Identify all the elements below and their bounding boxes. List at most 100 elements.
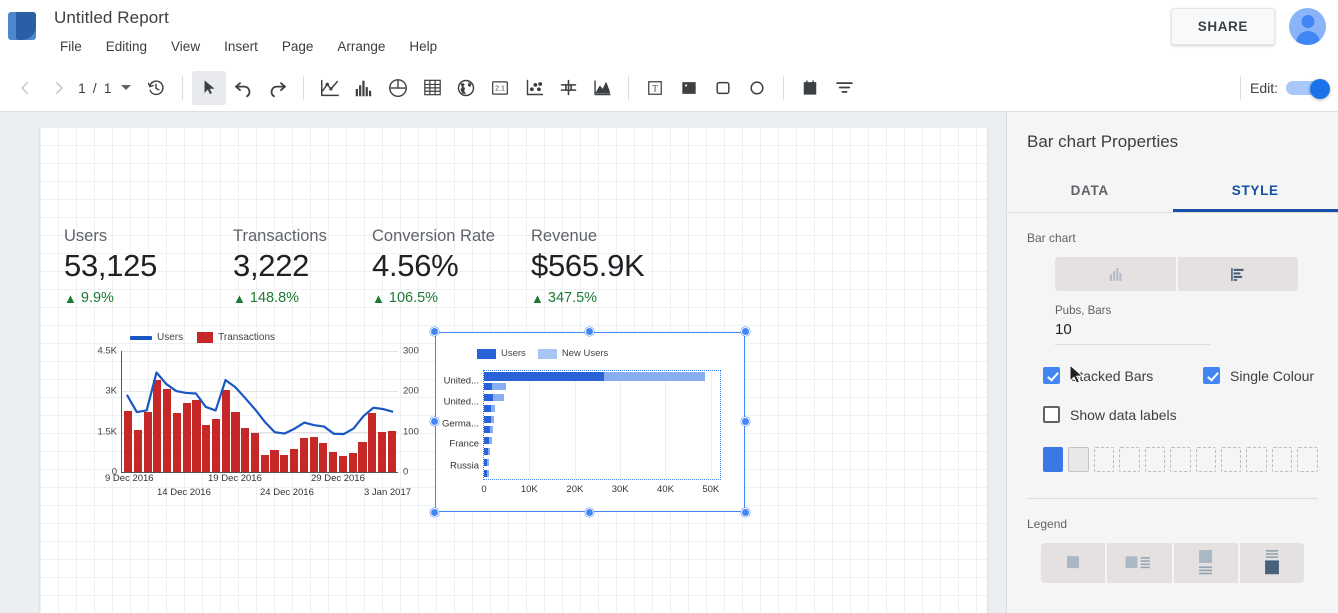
- chevron-left-icon[interactable]: [8, 71, 42, 105]
- bullet-chart-icon[interactable]: [551, 71, 585, 105]
- resize-handle-ne[interactable]: [741, 327, 750, 336]
- legend-none-icon[interactable]: [1041, 543, 1106, 583]
- colour-swatch-9[interactable]: [1246, 447, 1267, 472]
- bar-chart-row[interactable]: [484, 415, 495, 423]
- legend-item-new-users[interactable]: New Users: [537, 348, 608, 359]
- logo-container[interactable]: [0, 0, 44, 40]
- time-series-chart[interactable]: Users Transactions 4.5K 3K 1.5K 0 300 20…: [85, 332, 430, 512]
- scorecard-revenue[interactable]: Revenue $565.9K ▲ 347.5%: [531, 227, 681, 306]
- chevron-down-icon[interactable]: [121, 85, 132, 90]
- legend-item-transactions[interactable]: Transactions: [197, 332, 275, 343]
- resize-handle-e[interactable]: [741, 417, 750, 426]
- ts-x-tick: 24 Dec 2016: [260, 487, 314, 498]
- bar-chart-row[interactable]: [484, 458, 490, 466]
- circle-icon[interactable]: [740, 71, 774, 105]
- table-icon[interactable]: [415, 71, 449, 105]
- redo-icon[interactable]: [260, 71, 294, 105]
- bar-chart-row[interactable]: [484, 437, 492, 445]
- date-range-icon[interactable]: [793, 71, 827, 105]
- colour-swatch-3[interactable]: [1093, 447, 1115, 472]
- resize-handle-w[interactable]: [430, 417, 439, 426]
- colour-swatch-6[interactable]: [1170, 447, 1191, 472]
- image-icon[interactable]: [672, 71, 706, 105]
- checkbox-label: Stacked Bars: [1070, 367, 1154, 384]
- geo-map-icon[interactable]: [449, 71, 483, 105]
- legend-item-users[interactable]: Users: [130, 332, 183, 343]
- bar-chart-row[interactable]: [484, 383, 506, 391]
- menu-item-file[interactable]: File: [48, 35, 94, 58]
- bar-chart-row[interactable]: [484, 426, 493, 434]
- bar-chart-legend: Users New Users: [477, 348, 608, 359]
- colour-swatch-2[interactable]: [1068, 447, 1089, 472]
- checkbox-show-data-labels[interactable]: Show data labels: [1043, 406, 1177, 423]
- checkbox-single-colour[interactable]: Single Colour: [1203, 367, 1314, 384]
- checkbox-stacked-bars[interactable]: Stacked Bars: [1043, 367, 1203, 384]
- page-navigator[interactable]: 1 / 1: [76, 80, 132, 96]
- chevron-right-icon[interactable]: [42, 71, 76, 105]
- edit-mode-toggle[interactable]: [1286, 78, 1330, 99]
- country-bar-chart[interactable]: Users New Users United... United... Germ…: [430, 327, 750, 517]
- resize-handle-nw[interactable]: [430, 327, 439, 336]
- filter-control-icon[interactable]: [827, 71, 861, 105]
- time-series-chart-icon[interactable]: [313, 71, 347, 105]
- series-colour-swatches: [1043, 447, 1318, 472]
- resize-handle-se[interactable]: [741, 508, 750, 517]
- bar-chart-row[interactable]: [484, 404, 496, 412]
- checkbox-icon[interactable]: [1043, 367, 1060, 384]
- checkbox-icon[interactable]: [1043, 406, 1060, 423]
- text-box-icon[interactable]: T: [638, 71, 672, 105]
- bar-x-tick: 40K: [657, 484, 674, 495]
- legend-top-icon[interactable]: [1239, 543, 1304, 583]
- menu-item-arrange[interactable]: Arrange: [325, 35, 397, 58]
- bar-chart-row[interactable]: [484, 469, 489, 477]
- resize-handle-sw[interactable]: [430, 508, 439, 517]
- scorecard-icon[interactable]: 2.1: [483, 71, 517, 105]
- scorecard-conversion-rate[interactable]: Conversion Rate 4.56% ▲ 106.5%: [372, 227, 507, 306]
- bar-chart-row[interactable]: [484, 372, 706, 382]
- resize-handle-s[interactable]: [585, 508, 594, 517]
- version-history-icon[interactable]: [139, 71, 173, 105]
- legend-item-users[interactable]: Users: [477, 348, 526, 359]
- bars-count-input[interactable]: [1055, 317, 1210, 345]
- menu-item-help[interactable]: Help: [397, 35, 449, 58]
- select-cursor-icon[interactable]: [192, 70, 227, 105]
- share-button[interactable]: SHARE: [1170, 8, 1275, 45]
- scatter-chart-icon[interactable]: [517, 71, 551, 105]
- bar-chart-icon[interactable]: [347, 71, 381, 105]
- bar-chart-row[interactable]: [484, 448, 491, 455]
- rectangle-icon[interactable]: [706, 71, 740, 105]
- colour-swatch-1[interactable]: [1043, 447, 1064, 472]
- scorecard-users[interactable]: Users 53,125 ▲ 9.9%: [64, 227, 209, 306]
- legend-bottom-icon[interactable]: [1173, 543, 1238, 583]
- menu-item-page[interactable]: Page: [270, 35, 326, 58]
- scorecard-transactions[interactable]: Transactions 3,222 ▲ 148.8%: [233, 227, 348, 306]
- horizontal-bar-chart-icon[interactable]: [1177, 257, 1298, 291]
- colour-swatch-10[interactable]: [1271, 447, 1293, 472]
- vertical-bar-chart-icon[interactable]: [1055, 257, 1176, 291]
- data-studio-logo-icon[interactable]: [8, 12, 36, 40]
- resize-handle-n[interactable]: [585, 327, 594, 336]
- bar-chart-row[interactable]: [484, 394, 504, 401]
- colour-swatch-8[interactable]: [1221, 447, 1242, 472]
- ts-x-tick: 29 Dec 2016: [311, 473, 365, 484]
- avatar[interactable]: [1289, 8, 1326, 45]
- menu-item-editing[interactable]: Editing: [94, 35, 159, 58]
- toolbar: 1 / 1 2.1 T Edit:: [0, 64, 1338, 112]
- colour-swatch-7[interactable]: [1195, 447, 1216, 472]
- area-chart-icon[interactable]: [585, 71, 619, 105]
- tab-data[interactable]: DATA: [1007, 168, 1173, 212]
- colour-swatch-4[interactable]: [1119, 447, 1140, 472]
- checkbox-icon[interactable]: [1203, 367, 1220, 384]
- undo-icon[interactable]: [226, 71, 260, 105]
- legend-right-icon[interactable]: [1107, 543, 1172, 583]
- menu-item-insert[interactable]: Insert: [212, 35, 270, 58]
- menu-item-view[interactable]: View: [159, 35, 212, 58]
- colour-swatch-5[interactable]: [1144, 447, 1166, 472]
- toolbar-divider: [1239, 75, 1241, 100]
- title-block: Untitled Report File Editing View Insert…: [44, 0, 449, 58]
- pie-chart-icon[interactable]: [381, 71, 415, 105]
- colour-swatch-11[interactable]: [1297, 447, 1318, 472]
- tab-style[interactable]: STYLE: [1173, 168, 1338, 212]
- report-canvas[interactable]: Users 53,125 ▲ 9.9% Transactions 3,222 ▲…: [40, 127, 987, 613]
- document-title[interactable]: Untitled Report: [48, 6, 449, 30]
